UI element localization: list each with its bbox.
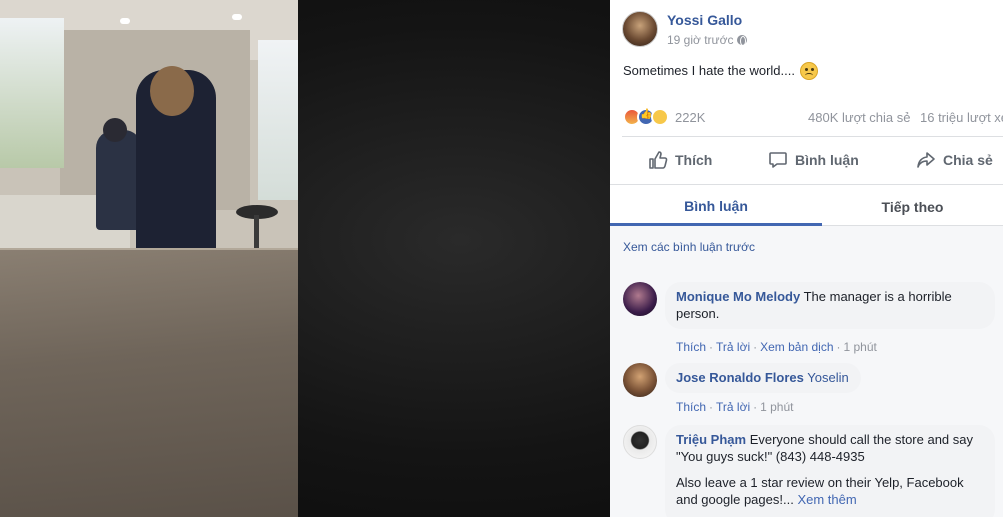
avatar[interactable] <box>623 282 657 316</box>
comment-like-link[interactable]: Thích <box>676 340 706 354</box>
reaction-count[interactable]: 222K <box>675 110 705 125</box>
like-button-label: Thích <box>675 152 713 168</box>
comment-actions: Thích · Trả lời · Xem bản dịch · 1 phút <box>676 340 877 354</box>
video-frame[interactable] <box>0 0 298 517</box>
comment-button[interactable]: Bình luận <box>768 142 859 178</box>
commenter-name[interactable]: Monique Mo Melody <box>676 289 800 304</box>
video-ceiling-light <box>232 14 242 20</box>
comment-bubble-icon <box>769 152 787 168</box>
media-viewer[interactable] <box>0 0 610 517</box>
comment-actions: Thích · Trả lời · 1 phút <box>676 400 794 414</box>
comment-bubble: Jose Ronaldo Flores Yoselin <box>665 363 861 393</box>
view-previous-comments-link[interactable]: Xem các bình luận trước <box>623 240 755 254</box>
post-author[interactable]: Yossi Gallo <box>667 10 747 30</box>
share-button-label: Chia sẻ <box>943 152 993 168</box>
share-count[interactable]: 480K lượt chia sẻ <box>808 110 911 125</box>
comment-translate-link[interactable]: Xem bản dịch <box>760 340 833 354</box>
sad-emoji-icon <box>799 62 818 80</box>
post-time[interactable]: 19 giờ trước <box>667 32 733 48</box>
share-button[interactable]: Chia sẻ <box>916 142 993 178</box>
post-text: Sometimes I hate the world.... <box>623 62 818 80</box>
tab-next[interactable]: Tiếp theo <box>822 188 1003 226</box>
sad-reaction-icon[interactable] <box>651 108 669 126</box>
globe-icon[interactable] <box>737 35 748 46</box>
post-header: Yossi Gallo 19 giờ trước <box>622 10 748 48</box>
see-more-link[interactable]: Xem thêm <box>797 492 856 507</box>
comments-list: Xem các bình luận trước Monique Mo Melod… <box>610 226 1003 517</box>
post-panel: Yossi Gallo 19 giờ trước Sometimes I hat… <box>610 0 1003 517</box>
author-avatar[interactable] <box>622 11 658 47</box>
avatar[interactable] <box>623 425 657 459</box>
comment-like-link[interactable]: Thích <box>676 400 706 414</box>
commenter-name[interactable]: Jose Ronaldo Flores <box>676 370 804 385</box>
post-meta: Yossi Gallo 19 giờ trước <box>667 10 748 48</box>
reactions-row: 222K 480K lượt chia sẻ 16 triệu lượt xem <box>623 106 1003 128</box>
view-count: 16 triệu lượt xem <box>920 109 1003 125</box>
avatar[interactable] <box>623 363 657 397</box>
divider <box>622 136 1003 137</box>
post-time-row: 19 giờ trước <box>667 32 748 48</box>
divider <box>610 184 1003 185</box>
tab-comments[interactable]: Bình luận <box>610 188 822 226</box>
share-arrow-icon <box>917 152 935 168</box>
comment-text-paragraph: Also leave a 1 star review on their Yelp… <box>676 474 983 508</box>
post-text-content: Sometimes I hate the world.... <box>623 63 795 78</box>
video-person-officer-back-head <box>103 118 127 142</box>
comment-tag-mention[interactable]: Yoselin <box>807 370 848 385</box>
comment-bubble: Monique Mo Melody The manager is a horri… <box>665 282 995 329</box>
comment-reply-link[interactable]: Trả lời <box>716 340 750 354</box>
post-actions: Thích Bình luận Chia sẻ <box>610 142 1003 178</box>
comment-button-label: Bình luận <box>795 152 859 168</box>
like-button[interactable]: Thích <box>648 142 712 178</box>
comment-reply-link[interactable]: Trả lời <box>716 400 750 414</box>
video-window-right <box>258 40 298 200</box>
video-table <box>0 250 298 517</box>
video-window-left <box>0 18 64 168</box>
commenter-name[interactable]: Triệu Phạm <box>676 432 746 447</box>
video-person-officer-head <box>150 66 194 116</box>
comment-time[interactable]: 1 phút <box>844 340 877 354</box>
thumbs-up-icon <box>649 151 668 169</box>
comment-time[interactable]: 1 phút <box>760 400 793 414</box>
comment-bubble: Triệu Phạm Everyone should call the stor… <box>665 425 995 517</box>
comment-tabs: Bình luận Tiếp theo <box>610 188 1003 226</box>
video-ceiling-light <box>120 18 130 24</box>
